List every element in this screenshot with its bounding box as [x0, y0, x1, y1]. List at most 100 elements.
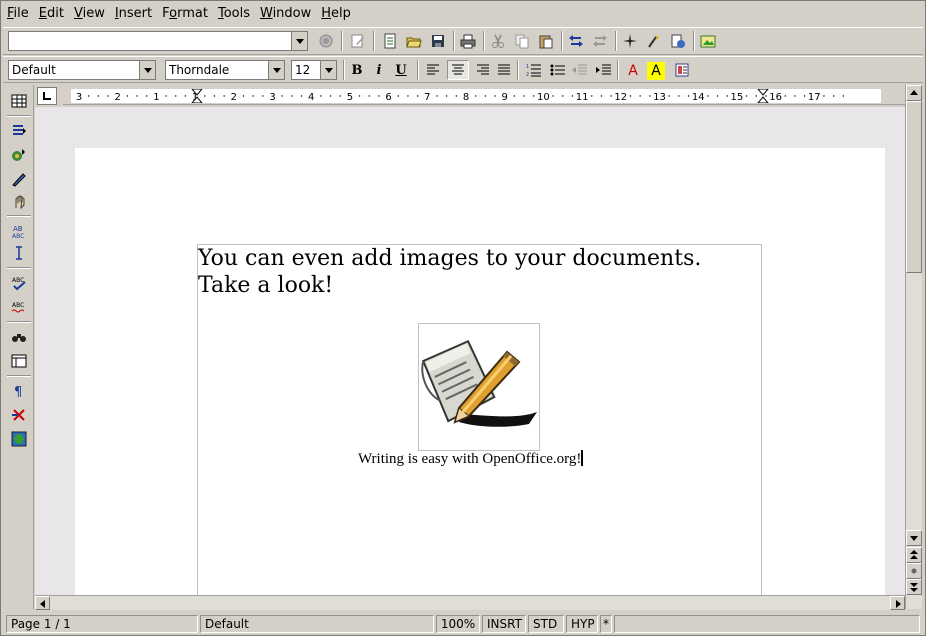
redo-button[interactable] [589, 31, 611, 51]
ruler-tick [678, 95, 680, 97]
status-insert-mode[interactable]: INSRT [482, 615, 526, 633]
separator [417, 60, 419, 80]
insert-table-button[interactable] [8, 91, 30, 111]
align-left-button[interactable] [423, 60, 445, 80]
status-hyperlink-mode[interactable]: HYP [566, 615, 598, 633]
status-page-style[interactable]: Default [200, 615, 434, 633]
status-page[interactable]: Page 1 / 1 [6, 615, 198, 633]
ruler-label: 16 [769, 92, 782, 103]
paragraph-style-select[interactable]: Default [8, 60, 156, 80]
formatting-bar: Default Thorndale 12 B i U 12 A A [3, 56, 923, 83]
horizontal-scrollbar[interactable] [35, 595, 905, 610]
menu-file[interactable]: File [3, 4, 33, 24]
online-layout-button[interactable] [8, 405, 30, 425]
text-area[interactable]: You can even add images to your document… [197, 244, 762, 595]
print-button[interactable] [457, 31, 479, 51]
direct-cursor-button[interactable] [8, 243, 30, 263]
increase-indent-button[interactable] [593, 60, 615, 80]
font-size-select[interactable]: 12 [291, 60, 337, 80]
navigation-button[interactable] [906, 563, 922, 579]
ruler-tick [639, 95, 641, 97]
font-name-select[interactable]: Thorndale [165, 60, 285, 80]
underline-button[interactable]: U [391, 61, 411, 81]
ruler-tick [242, 95, 245, 97]
separator [7, 267, 31, 269]
scroll-left-button[interactable] [35, 596, 50, 610]
status-selection-mode[interactable]: STD [528, 615, 564, 633]
horizontal-ruler[interactable]: 3 2 1 1 2 3 4 5 6 7 8 9 10 11 12 13 14 15 16 17 [63, 87, 905, 105]
document-page[interactable]: You can even add images to your document… [75, 148, 885, 595]
new-document-button[interactable] [379, 31, 401, 51]
menu-help[interactable]: Help [317, 4, 355, 24]
writer-pencil-icon [421, 339, 537, 427]
document-area[interactable]: You can even add images to your document… [35, 107, 905, 595]
ruler-tick [213, 95, 216, 97]
menu-edit[interactable]: Edit [35, 4, 68, 24]
ruler-tick [445, 95, 448, 97]
open-button[interactable] [403, 31, 425, 51]
data-sources-button[interactable] [667, 31, 689, 51]
bold-button[interactable]: B [347, 61, 367, 81]
find-replace-button[interactable] [8, 327, 30, 347]
insert-fields-button[interactable] [8, 121, 30, 141]
menu-insert[interactable]: Insert [111, 4, 156, 24]
chevron-down-icon[interactable] [320, 61, 336, 79]
vertical-scroll-thumb[interactable] [906, 101, 922, 273]
ruler-tick [204, 95, 206, 97]
ruler-tick [291, 95, 293, 97]
show-draw-functions-button[interactable] [8, 169, 30, 189]
justify-button[interactable] [493, 60, 515, 80]
italic-button[interactable]: i [369, 61, 389, 81]
ruler-tick [136, 95, 138, 97]
bullets-button[interactable] [547, 60, 569, 80]
background-color-button[interactable] [671, 60, 693, 80]
text-cursor-icon [16, 246, 22, 260]
justify-icon [498, 64, 510, 75]
url-dropdown-button[interactable] [291, 31, 308, 51]
vertical-scrollbar[interactable] [905, 85, 922, 609]
gallery-button[interactable] [697, 31, 719, 51]
separator [341, 31, 343, 51]
previous-page-button[interactable] [906, 547, 922, 563]
scroll-right-button[interactable] [890, 596, 905, 610]
autospellcheck-button[interactable]: ABC [8, 297, 30, 317]
ruler-tick [184, 95, 187, 97]
load-url-button[interactable] [315, 31, 337, 51]
menu-tools[interactable]: Tools [214, 4, 254, 24]
data-sources-toggle-button[interactable] [8, 351, 30, 371]
paste-button[interactable] [535, 31, 557, 51]
tab-stop-selector[interactable] [37, 87, 57, 105]
align-center-button[interactable] [447, 60, 469, 80]
stylist-button[interactable] [643, 31, 665, 51]
undo-button[interactable] [565, 31, 587, 51]
copy-button[interactable] [511, 31, 533, 51]
ruler-track: 3 2 1 1 2 3 4 5 6 7 8 9 10 11 12 13 14 15 16 17 [71, 88, 881, 104]
numbering-button[interactable]: 12 [523, 60, 545, 80]
menu-view[interactable]: View [70, 4, 109, 24]
highlight-button[interactable]: A [647, 62, 665, 80]
status-zoom[interactable]: 100% [436, 615, 480, 633]
chevron-down-icon[interactable] [139, 61, 155, 79]
navigator-button[interactable] [619, 31, 641, 51]
menu-format[interactable]: Format [158, 4, 212, 24]
web-layout-button[interactable] [8, 429, 30, 449]
edit-autotext-button[interactable]: AB ABC [8, 221, 30, 241]
cut-button[interactable] [487, 31, 509, 51]
edit-file-button[interactable] [347, 31, 369, 51]
insert-objects-button[interactable] [8, 145, 30, 165]
decrease-indent-button[interactable] [569, 60, 591, 80]
next-page-button[interactable] [906, 579, 922, 595]
menu-window[interactable]: Window [256, 4, 315, 24]
save-button[interactable] [427, 31, 449, 51]
form-functions-button[interactable] [8, 191, 30, 211]
scroll-up-button[interactable] [906, 85, 922, 101]
scroll-down-button[interactable] [906, 530, 922, 546]
font-color-button[interactable]: A [623, 61, 643, 81]
url-input[interactable] [8, 31, 308, 51]
formatting-marks-button[interactable]: ¶ [8, 381, 30, 401]
chevron-down-icon[interactable] [268, 61, 284, 79]
spellcheck-button[interactable]: ABC [8, 273, 30, 293]
open-folder-icon [406, 37, 422, 48]
align-right-button[interactable] [471, 60, 493, 80]
inserted-image[interactable] [418, 323, 540, 451]
